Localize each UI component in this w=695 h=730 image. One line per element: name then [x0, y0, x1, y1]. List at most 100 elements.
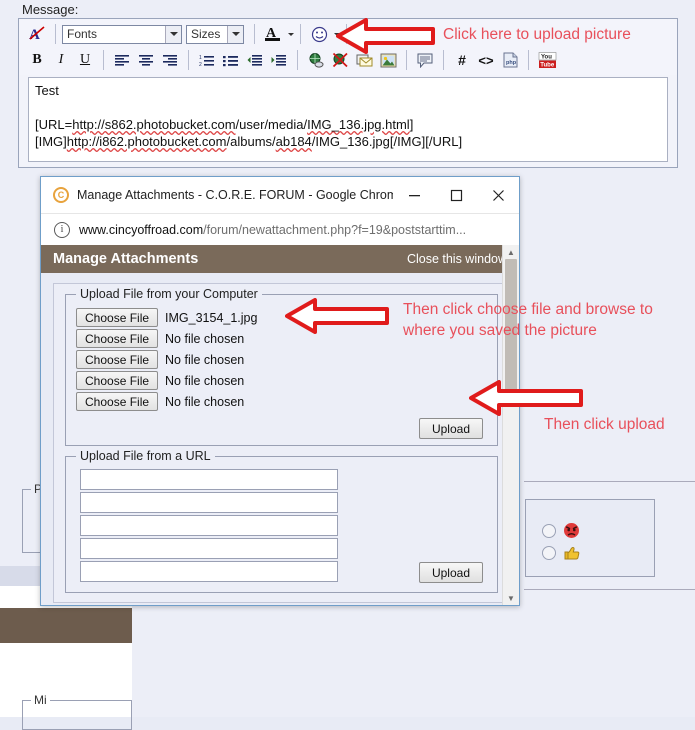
php-icon[interactable]: php: [499, 49, 521, 71]
page-scrollbar[interactable]: ▲ ▼: [502, 245, 519, 605]
toolbar-separator: [443, 50, 444, 70]
url-input-1[interactable]: [80, 469, 338, 490]
toolbar-separator: [188, 50, 189, 70]
scroll-down-arrow-icon[interactable]: ▼: [503, 591, 519, 605]
hash-icon[interactable]: #: [451, 49, 473, 71]
choose-file-button[interactable]: Choose File: [76, 371, 159, 390]
youtube-icon[interactable]: You Tube: [536, 49, 558, 71]
chrome-address-bar[interactable]: i www.cincyoffroad.com/forum/newattachme…: [41, 214, 519, 246]
file-row: Choose File No file chosen: [76, 391, 487, 412]
close-icon[interactable]: [477, 178, 519, 212]
url-domain: www.cincyoffroad.com: [79, 222, 204, 237]
unordered-list-icon[interactable]: [220, 49, 242, 71]
toolbar-separator: [300, 24, 301, 44]
chevron-down-icon[interactable]: [227, 25, 243, 43]
message-line-2: [URL=http://s862.photobucket.com/user/me…: [35, 116, 661, 133]
toolbar-separator: [528, 50, 529, 70]
attachments-title: Manage Attachments: [53, 251, 199, 267]
toolbar-separator: [55, 24, 56, 44]
annotation-middle-line2: where you saved the picture: [403, 322, 597, 339]
annotation-arrow-top: [336, 18, 435, 54]
url-input-5[interactable]: [80, 561, 338, 582]
annotation-middle-line1: Then click choose file and browse to: [403, 301, 653, 318]
outdent-icon[interactable]: [244, 49, 266, 71]
align-left-icon[interactable]: [111, 49, 133, 71]
file-row: Choose File No file chosen: [76, 349, 487, 370]
font-family-select[interactable]: Fonts: [62, 24, 182, 44]
minimize-icon[interactable]: [393, 178, 435, 212]
scroll-up-arrow-icon[interactable]: ▲: [503, 245, 519, 259]
italic-icon[interactable]: I: [50, 49, 72, 71]
toolbar-separator: [297, 50, 298, 70]
chrome-url-text: www.cincyoffroad.com/forum/newattachment…: [79, 223, 466, 237]
chrome-popup-window[interactable]: C Manage Attachments - C.O.R.E. FORUM - …: [40, 176, 520, 606]
toolbar-separator: [254, 24, 255, 44]
close-window-link[interactable]: Close this window: [407, 252, 507, 266]
chevron-down-icon[interactable]: [288, 32, 294, 36]
chevron-down-icon[interactable]: [165, 25, 181, 43]
chrome-content-area: Manage Attachments Close this window Upl…: [41, 245, 519, 605]
attachments-header: Manage Attachments Close this window: [41, 245, 519, 273]
align-right-icon[interactable]: [159, 49, 181, 71]
bold-icon[interactable]: B: [26, 49, 48, 71]
message-line-1: Test: [35, 83, 59, 98]
upload-from-url-legend: Upload File from a URL: [76, 449, 215, 463]
choose-file-button[interactable]: Choose File: [76, 308, 159, 327]
chrome-title-bar[interactable]: C Manage Attachments - C.O.R.E. FORUM - …: [41, 177, 519, 214]
chosen-file-name: No file chosen: [165, 394, 245, 409]
background-right-divider: [524, 481, 695, 482]
toolbar-separator: [103, 50, 104, 70]
svg-text:Tube: Tube: [540, 62, 555, 68]
maximize-icon[interactable]: [435, 178, 477, 212]
annotation-top-text: Click here to upload picture: [443, 26, 631, 43]
svg-text:1: 1: [199, 55, 202, 61]
background-right-divider-2: [524, 589, 695, 590]
url-host: http://s862.photobucket.com: [72, 117, 236, 132]
thumbs-up-icon: [564, 546, 580, 560]
remove-formatting-icon[interactable]: A: [26, 23, 48, 45]
url-input-4[interactable]: [80, 538, 338, 559]
indent-icon[interactable]: [268, 49, 290, 71]
file-row: Choose File No file chosen: [76, 370, 487, 391]
font-color-icon[interactable]: A: [262, 23, 284, 45]
angry-face-icon: [564, 523, 579, 538]
svg-text:2: 2: [199, 62, 202, 67]
img-path: /albums/: [226, 134, 276, 149]
img-tag-open: [IMG]: [35, 134, 67, 149]
background-bar-3: [0, 608, 132, 643]
underline-icon[interactable]: U: [74, 49, 96, 71]
chrome-favicon: C: [53, 187, 69, 203]
font-size-select[interactable]: Sizes: [186, 24, 244, 44]
chosen-file-name: No file chosen: [165, 373, 245, 388]
annotation-bottom-text: Then click upload: [544, 416, 665, 433]
emoticon-option-thumbsup[interactable]: [542, 544, 581, 561]
font-family-value: Fonts: [67, 27, 98, 41]
upload-from-computer-legend: Upload File from your Computer: [76, 287, 262, 301]
code-icon[interactable]: <>: [475, 49, 497, 71]
page-info-icon[interactable]: i: [54, 221, 70, 238]
url-input-3[interactable]: [80, 515, 338, 536]
choose-file-button[interactable]: Choose File: [76, 350, 159, 369]
url-tag-open: [URL=: [35, 117, 73, 132]
smilie-icon[interactable]: [308, 23, 330, 45]
align-center-icon[interactable]: [135, 49, 157, 71]
ordered-list-icon[interactable]: 1 2: [196, 49, 218, 71]
emoticon-option-angry[interactable]: [542, 522, 580, 539]
choose-file-button[interactable]: Choose File: [76, 392, 159, 411]
img-album: ab184: [275, 134, 312, 149]
upload-url-button[interactable]: Upload: [418, 562, 483, 583]
background-fieldset-misc-legend: Mi: [31, 693, 50, 707]
url-input-2[interactable]: [80, 492, 338, 513]
upload-computer-button[interactable]: Upload: [418, 418, 483, 439]
chrome-window-title: Manage Attachments - C.O.R.E. FORUM - Go…: [77, 188, 393, 202]
url-path: /user/media/: [235, 117, 308, 132]
svg-text:You: You: [541, 54, 552, 60]
message-textarea[interactable]: Test [URL=http://s862.photobucket.com/us…: [28, 77, 668, 162]
url-file: IMG_136.jpg.html: [307, 117, 410, 132]
url-path: /forum/newattachment.php?f=19&poststartt…: [203, 222, 467, 237]
insert-link-icon[interactable]: [305, 49, 327, 71]
choose-file-button[interactable]: Choose File: [76, 329, 159, 348]
img-tag-close: [/IMG][/URL]: [389, 134, 463, 149]
img-file: /IMG_136.jpg: [311, 134, 390, 149]
font-size-value: Sizes: [191, 27, 221, 41]
